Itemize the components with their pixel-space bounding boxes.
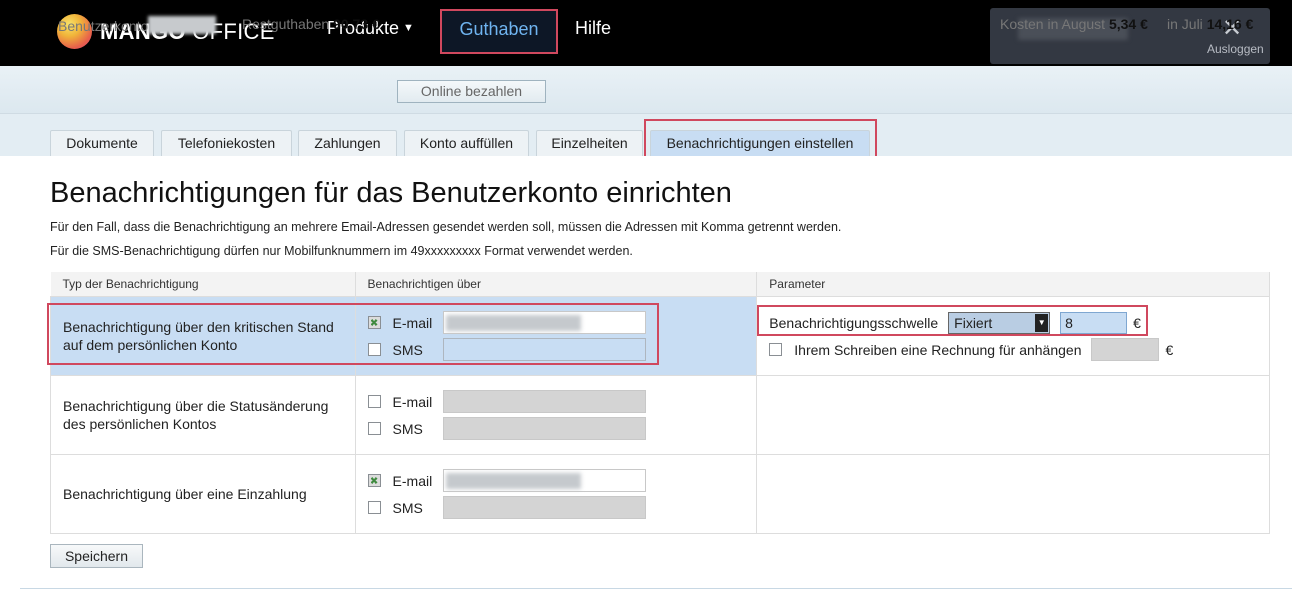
sms-checkbox[interactable] bbox=[367, 422, 381, 435]
nav-guthaben[interactable]: Guthaben bbox=[440, 9, 558, 54]
invoice-line: Ihrem Schreiben eine Rechnung für anhäng… bbox=[769, 336, 1257, 363]
divider bbox=[20, 588, 1292, 589]
caret-down-icon: ▼ bbox=[403, 22, 414, 34]
logout-link[interactable]: Ausloggen bbox=[1207, 42, 1264, 56]
invoice-amount-field[interactable] bbox=[1091, 338, 1160, 361]
threshold-mode-select[interactable]: Fixiert ▼ bbox=[948, 311, 1051, 334]
email-checkbox[interactable] bbox=[367, 474, 381, 487]
tab-konto-auffuellen[interactable]: Konto auffüllen bbox=[404, 130, 529, 157]
invoice-checkbox[interactable] bbox=[769, 343, 783, 356]
account-info-bar bbox=[0, 66, 1292, 114]
params-cell bbox=[756, 454, 1270, 534]
header-params: Parameter bbox=[756, 272, 1270, 297]
sms-channel: SMS bbox=[367, 336, 745, 363]
online-pay-button[interactable]: Online bezahlen bbox=[397, 80, 546, 103]
dropdown-arrow-icon: ▼ bbox=[1035, 313, 1049, 332]
header-type: Typ der Benachrichtigung bbox=[50, 272, 356, 297]
tab-dokumente[interactable]: Dokumente bbox=[50, 130, 154, 157]
email-checkbox[interactable] bbox=[367, 395, 381, 408]
email-channel: E-mail bbox=[367, 467, 745, 494]
tab-zahlungen[interactable]: Zahlungen bbox=[298, 130, 397, 157]
threshold-value-input[interactable]: 8 bbox=[1060, 311, 1128, 334]
invoice-label: Ihrem Schreiben eine Rechnung für anhäng… bbox=[794, 341, 1082, 358]
params-cell: Benachrichtigungsschwelle Fixiert ▼ 8 € I… bbox=[756, 296, 1270, 376]
account-label: Benutzerkonto bbox=[58, 16, 217, 34]
tab-einzelheiten[interactable]: Einzelheiten bbox=[536, 130, 643, 157]
sms-field[interactable] bbox=[442, 338, 646, 361]
nav-hilfe[interactable]: Hilfe bbox=[575, 18, 611, 39]
type-cell: Benachrichtigung über die Statusänderung… bbox=[50, 375, 356, 455]
email-checkbox[interactable] bbox=[367, 316, 381, 329]
email-channel: E-mail bbox=[367, 388, 745, 415]
type-cell: Benachrichtigung über den kritischen Sta… bbox=[50, 296, 356, 376]
table-row: Benachrichtigung über eine Einzahlung E-… bbox=[50, 454, 1270, 534]
notification-table: Typ der Benachrichtigung Benachrichtigen… bbox=[50, 272, 1270, 534]
threshold-label: Benachrichtigungsschwelle bbox=[769, 314, 939, 331]
params-cell bbox=[756, 375, 1270, 455]
email-note: Für den Fall, dass die Benachrichtigung … bbox=[50, 220, 842, 234]
sms-note: Für die SMS-Benachrichtigung dürfen nur … bbox=[50, 244, 633, 258]
cost-august: Kosten in August 5,34 € bbox=[1000, 16, 1148, 32]
page-title: Benachrichtigungen für das Benutzerkonto… bbox=[50, 177, 732, 209]
type-cell: Benachrichtigung über eine Einzahlung bbox=[50, 454, 356, 534]
sms-channel: SMS bbox=[367, 494, 745, 521]
account-number-redacted bbox=[148, 16, 217, 34]
email-field[interactable] bbox=[442, 311, 646, 334]
sms-field[interactable] bbox=[442, 417, 646, 440]
header-channel: Benachrichtigen über bbox=[355, 272, 758, 297]
sms-channel: SMS bbox=[367, 415, 745, 442]
email-field[interactable] bbox=[442, 469, 646, 492]
email-channel: E-mail bbox=[367, 309, 745, 336]
channel-cell: E-mail SMS bbox=[354, 454, 758, 534]
balance-info: Restguthaben 90,73 € bbox=[242, 16, 380, 32]
email-field[interactable] bbox=[442, 390, 646, 413]
tab-telefoniekosten[interactable]: Telefoniekosten bbox=[161, 130, 292, 157]
sms-checkbox[interactable] bbox=[367, 343, 381, 356]
table-row: Benachrichtigung über die Statusänderung… bbox=[50, 375, 1270, 455]
threshold-line: Benachrichtigungsschwelle Fixiert ▼ 8 € bbox=[769, 309, 1257, 336]
sms-field[interactable] bbox=[442, 496, 646, 519]
channel-cell: E-mail SMS bbox=[354, 296, 758, 376]
cost-july: in Juli 14,16 € bbox=[1167, 16, 1254, 32]
sms-checkbox[interactable] bbox=[367, 501, 381, 514]
save-button[interactable]: Speichern bbox=[50, 544, 143, 568]
channel-cell: E-mail SMS bbox=[354, 375, 758, 455]
table-row: Benachrichtigung über den kritischen Sta… bbox=[50, 296, 1270, 376]
